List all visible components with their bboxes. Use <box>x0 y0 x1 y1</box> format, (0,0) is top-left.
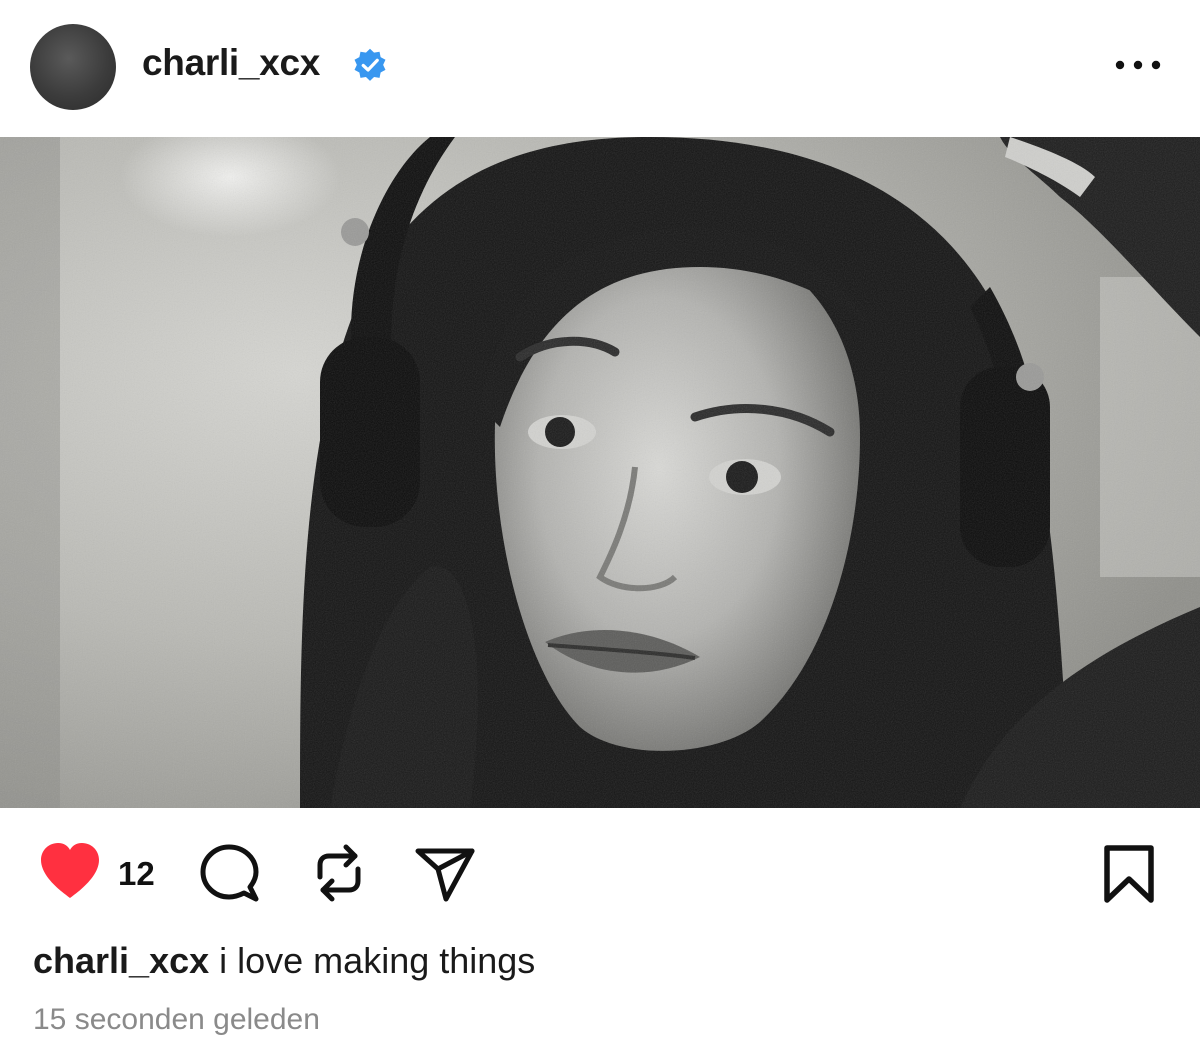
like-count[interactable]: 12 <box>118 855 155 893</box>
action-bar <box>0 808 1200 938</box>
comment-bubble-icon[interactable] <box>198 841 262 905</box>
verified-badge-icon <box>354 48 386 81</box>
repost-arrows-icon[interactable] <box>308 841 370 905</box>
more-options-icon[interactable] <box>1112 55 1164 75</box>
post-photo[interactable] <box>0 137 1200 808</box>
caption: charli_xcx i love making things <box>33 940 535 982</box>
photo-image <box>0 137 1200 808</box>
paper-plane-icon[interactable] <box>412 841 478 905</box>
avatar[interactable] <box>30 24 116 110</box>
post-timestamp: 15 seconden geleden <box>33 1003 320 1036</box>
caption-text: i love making things <box>209 940 536 981</box>
username[interactable]: charli_xcx <box>142 42 320 84</box>
post-header: charli_xcx <box>0 0 1200 137</box>
bookmark-icon[interactable] <box>1100 843 1158 905</box>
heart-icon[interactable] <box>37 838 103 904</box>
caption-username[interactable]: charli_xcx <box>33 940 209 981</box>
